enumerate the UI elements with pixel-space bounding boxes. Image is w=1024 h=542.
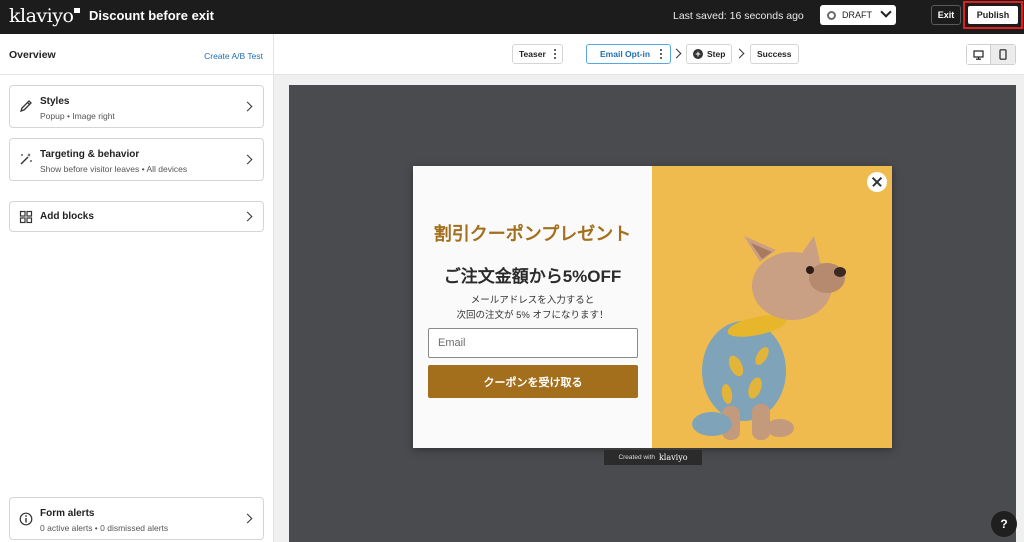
step-teaser[interactable]: Teaser <box>512 44 563 64</box>
popup-body-line: 次回の注文が 5% オフになります！ <box>456 310 609 321</box>
steps-bar: Teaser Email Opt-in + Step Success <box>274 34 1024 75</box>
chevron-right-icon <box>242 513 253 524</box>
popup-image[interactable] <box>652 166 892 448</box>
sidebar-item-subtitle: 0 active alerts • 0 dismissed alerts <box>40 523 169 533</box>
form-preview-canvas: 割引クーポンプレゼント ご注文金額から5%OFF メールアドレスを入力すると 次… <box>289 85 1016 542</box>
step-teaser-label: Teaser <box>519 49 546 59</box>
chevron-down-icon <box>880 6 892 18</box>
status-dropdown-value: DRAFT <box>842 10 872 20</box>
kebab-menu-icon[interactable] <box>660 49 663 59</box>
plus-circle-icon: + <box>693 49 703 59</box>
close-icon[interactable] <box>867 172 887 192</box>
kebab-menu-icon[interactable] <box>553 49 556 59</box>
sidebar-title: Overview <box>9 49 56 61</box>
badge-brand: klaviyo <box>658 453 688 462</box>
sidebar-item-subtitle: Show before visitor leaves • All devices <box>40 164 188 174</box>
sidebar-item-title: Targeting & behavior <box>40 149 140 160</box>
popup-body-text[interactable]: メールアドレスを入力すると 次回の注文が 5% オフになります！ <box>413 293 652 323</box>
exit-button[interactable]: Exit <box>931 5 961 25</box>
popup-content: 割引クーポンプレゼント ご注文金額から5%OFF メールアドレスを入力すると 次… <box>413 166 652 448</box>
step-email-opt-in-label: Email Opt-in <box>600 49 651 59</box>
status-dropdown[interactable]: DRAFT <box>820 5 896 25</box>
help-button[interactable]: ? <box>991 511 1017 537</box>
sidebar-item-add-blocks[interactable]: Add blocks <box>9 201 264 232</box>
draft-status-icon <box>827 10 836 20</box>
create-ab-test-link[interactable]: Create A/B Test <box>204 51 263 61</box>
add-step-button[interactable]: + Step <box>686 44 733 64</box>
blocks-grid-icon <box>19 210 33 224</box>
publish-highlight: Publish <box>963 1 1023 29</box>
logo-flag-icon <box>74 8 81 13</box>
device-toggle <box>966 44 1016 65</box>
chevron-right-icon <box>242 211 253 222</box>
canvas-area: Teaser Email Opt-in + Step Success 割引クーポ… <box>274 34 1024 542</box>
popup-form: 割引クーポンプレゼント ご注文金額から5%OFF メールアドレスを入力すると 次… <box>413 166 892 448</box>
badge-prefix: Created with <box>618 454 655 461</box>
last-saved-status: Last saved: 16 seconds ago <box>673 10 804 22</box>
chevron-right-icon <box>671 48 682 59</box>
add-step-label: Step <box>707 49 726 59</box>
popup-headline[interactable]: 割引クーポンプレゼント <box>413 220 652 246</box>
get-coupon-button[interactable]: クーポンを受け取る <box>428 365 638 398</box>
sidebar: Overview Create A/B Test Styles Popup • … <box>0 34 274 542</box>
info-icon <box>19 512 33 526</box>
sidebar-item-title: Form alerts <box>40 508 95 519</box>
brush-icon <box>19 100 32 113</box>
mobile-preview-button[interactable] <box>991 45 1015 64</box>
sidebar-item-styles[interactable]: Styles Popup • Image right <box>9 85 264 128</box>
klaviyo-logo[interactable]: klaviyo <box>9 5 81 27</box>
step-email-opt-in[interactable]: Email Opt-in <box>586 44 671 64</box>
step-success-label: Success <box>757 49 792 59</box>
magic-wand-icon <box>20 153 32 165</box>
popup-body-line: メールアドレスを入力すると <box>470 295 595 306</box>
sidebar-item-title: Styles <box>40 96 70 107</box>
popup-subheadline[interactable]: ご注文金額から5%OFF <box>413 262 652 287</box>
publish-button[interactable]: Publish <box>968 6 1018 24</box>
created-with-klaviyo-badge: Created with klaviyo <box>604 450 702 465</box>
mobile-icon <box>999 49 1007 60</box>
french-bulldog-image <box>652 166 892 448</box>
document-title: Discount before exit <box>89 8 214 23</box>
top-bar: klaviyo Discount before exit Last saved:… <box>0 0 1024 34</box>
desktop-icon <box>973 49 984 60</box>
step-success[interactable]: Success <box>750 44 799 64</box>
sidebar-item-title: Add blocks <box>40 211 94 222</box>
chevron-right-icon <box>734 48 745 59</box>
sidebar-item-form-alerts[interactable]: Form alerts 0 active alerts • 0 dismisse… <box>9 497 264 540</box>
desktop-preview-button[interactable] <box>967 45 992 64</box>
email-input[interactable] <box>428 328 638 358</box>
sidebar-item-targeting[interactable]: Targeting & behavior Show before visitor… <box>9 138 264 181</box>
sidebar-header: Overview Create A/B Test <box>0 34 273 75</box>
chevron-right-icon <box>242 101 253 112</box>
chevron-right-icon <box>242 154 253 165</box>
sidebar-item-subtitle: Popup • Image right <box>40 111 115 121</box>
